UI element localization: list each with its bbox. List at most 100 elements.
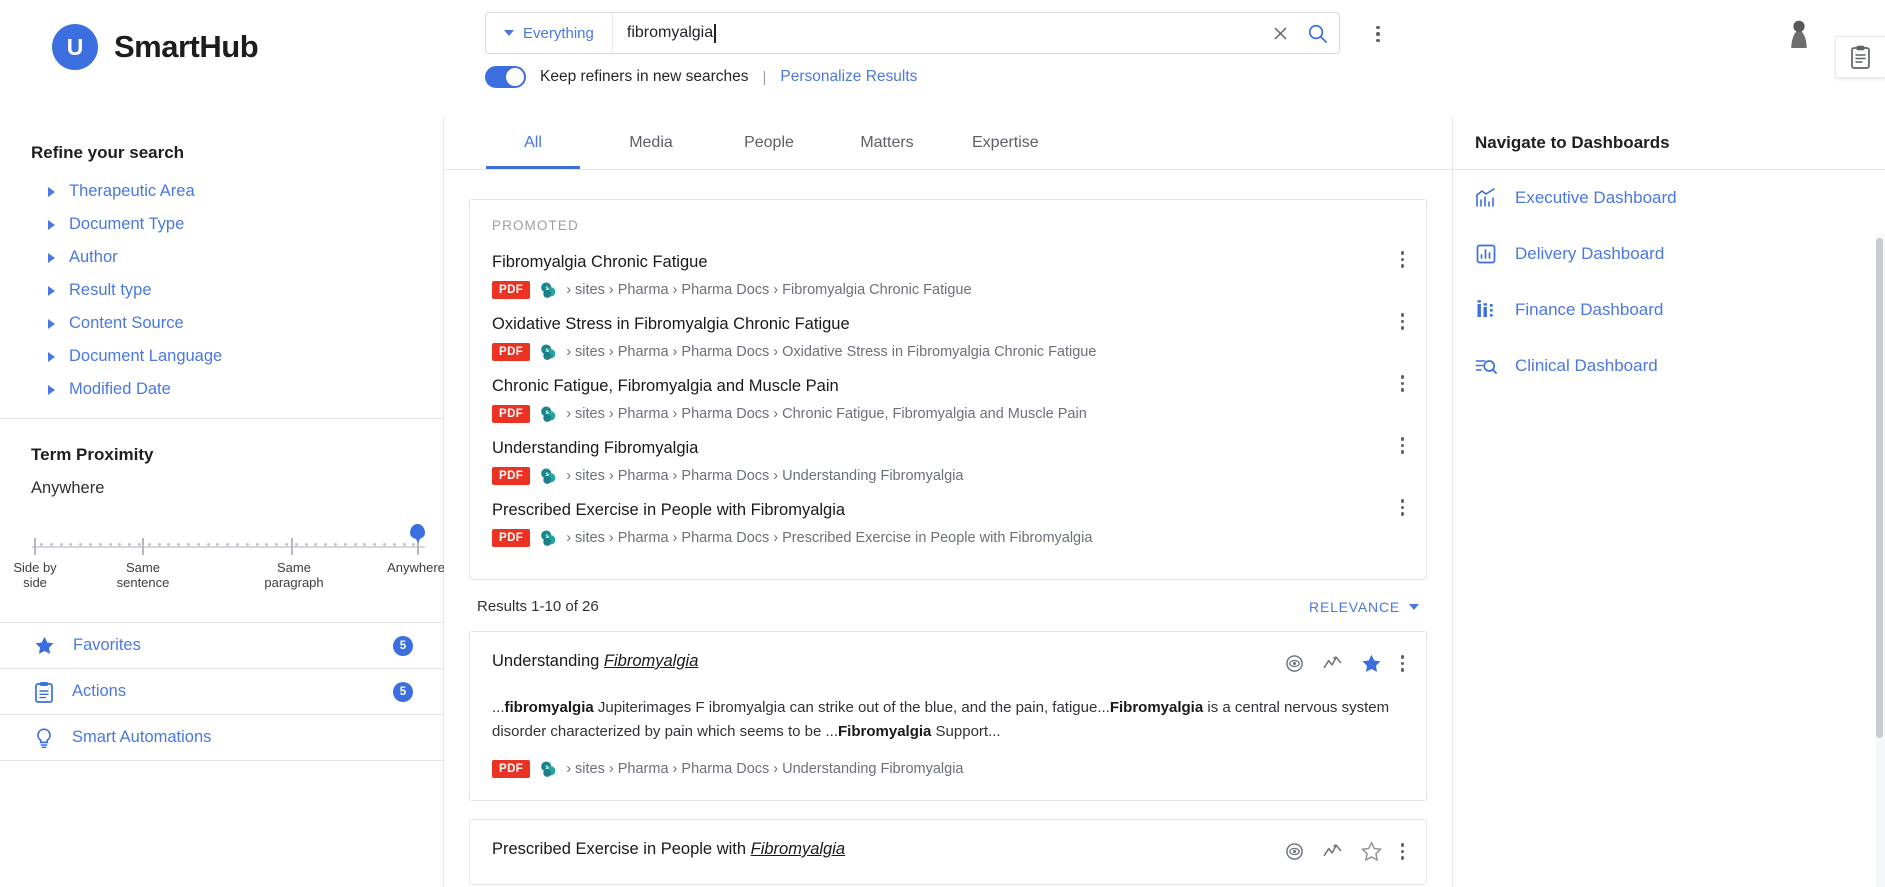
clear-search-icon[interactable] (1265, 26, 1295, 41)
brand-logo-area[interactable]: U SmartHub (52, 24, 259, 70)
more-vertical-icon (1400, 437, 1404, 454)
promoted-item[interactable]: Chronic Fatigue, Fibromyalgia and Muscle… (492, 371, 1404, 433)
promoted-path-row: PDF s › sites › Pharma › Pharma Docs › C… (492, 405, 1404, 423)
insights-icon[interactable] (1323, 654, 1342, 673)
page-scrollbar-track[interactable] (1876, 234, 1885, 887)
slider-major-tick (142, 538, 144, 555)
promoted-item-menu[interactable] (1400, 251, 1404, 268)
favorite-star-icon[interactable] (1360, 841, 1382, 862)
refiner-label: Document Type (69, 215, 185, 233)
svg-text:s: s (546, 533, 550, 540)
sidebar-item-result-type[interactable]: Result type (0, 274, 443, 307)
sidebar-item-modified-date[interactable]: Modified Date (0, 373, 443, 406)
personalize-results-link[interactable]: Personalize Results (780, 68, 917, 86)
promoted-item-menu[interactable] (1400, 375, 1404, 392)
result-path: › sites › Pharma › Pharma Docs › Underst… (566, 761, 964, 777)
favorite-star-icon[interactable] (1361, 653, 1382, 674)
promoted-path: › sites › Pharma › Pharma Docs › Underst… (566, 468, 964, 484)
page-scrollbar-thumb[interactable] (1876, 238, 1883, 738)
dashboard-link-finance[interactable]: Finance Dashboard (1453, 282, 1885, 338)
slider-label-same-paragraph: Same paragraph (264, 560, 324, 590)
slider-handle[interactable] (410, 524, 426, 540)
more-vertical-icon (1400, 313, 1404, 330)
promoted-item[interactable]: Prescribed Exercise in People with Fibro… (492, 495, 1404, 557)
result-card[interactable]: Prescribed Exercise in People with Fibro… (469, 819, 1427, 885)
slider-tick (226, 542, 230, 546)
promoted-path-row: PDF s › sites › Pharma › Pharma Docs › U… (492, 467, 1404, 485)
search-input[interactable]: fibromyalgia (613, 13, 1265, 53)
tab-people[interactable]: People (710, 117, 828, 169)
promoted-path: › sites › Pharma › Pharma Docs › Fibromy… (566, 282, 972, 298)
preview-icon[interactable] (1285, 654, 1304, 673)
dashboard-link-clinical[interactable]: Clinical Dashboard (1453, 338, 1885, 394)
dashboard-label: Finance Dashboard (1515, 300, 1664, 319)
result-tabs: All Media People Matters Expertise (444, 117, 1452, 170)
refiner-label: Document Language (69, 347, 223, 365)
sidebar-item-actions[interactable]: Actions 5 (0, 669, 443, 715)
promoted-item-menu[interactable] (1400, 499, 1404, 516)
svg-text:s: s (546, 285, 550, 292)
result-card[interactable]: Understanding Fibromyalgia ...fibromyalg… (469, 631, 1427, 801)
dashboard-link-delivery[interactable]: Delivery Dashboard (1453, 226, 1885, 282)
result-menu[interactable] (1400, 843, 1404, 860)
sidebar-item-therapeutic-area[interactable]: Therapeutic Area (0, 175, 443, 208)
search-area: Everything fibromyalgia (485, 12, 1380, 54)
sort-dropdown[interactable]: RELEVANCE (1309, 599, 1419, 615)
dashboard-label: Clinical Dashboard (1515, 356, 1658, 375)
keep-refiners-toggle[interactable] (485, 66, 526, 88)
sidebar-item-favorites[interactable]: Favorites 5 (0, 623, 443, 669)
slider-tick (392, 542, 396, 546)
chevron-right-icon (48, 285, 55, 296)
promoted-item[interactable]: Understanding Fibromyalgia PDF s › sites… (492, 433, 1404, 495)
snippet-highlight: Fibromyalgia (838, 723, 932, 740)
search-options-menu[interactable] (1364, 20, 1392, 48)
result-menu[interactable] (1400, 655, 1404, 672)
result-title[interactable]: Prescribed Exercise in People with Fibro… (492, 840, 845, 859)
more-vertical-icon (1400, 655, 1404, 672)
dashboard-link-executive[interactable]: Executive Dashboard (1453, 170, 1885, 226)
result-snippet: ...fibromyalgia Jupiterimages F ibromyal… (492, 696, 1404, 744)
result-title[interactable]: Understanding Fibromyalgia (492, 652, 698, 671)
sidebar-item-document-type[interactable]: Document Type (0, 208, 443, 241)
slider-tick (285, 542, 288, 546)
bar-chart-box-icon (1476, 244, 1496, 264)
svg-text:s: s (546, 347, 550, 354)
slider-tick (187, 542, 190, 546)
sidebar-item-author[interactable]: Author (0, 241, 443, 274)
search-icon[interactable] (1295, 23, 1339, 44)
slider-tick (138, 542, 141, 546)
promoted-title: Prescribed Exercise in People with Fibro… (492, 501, 846, 519)
sidebar-item-document-language[interactable]: Document Language (0, 340, 443, 373)
dashboards-title: Navigate to Dashboards (1475, 133, 1670, 152)
tab-expertise[interactable]: Expertise (946, 117, 1065, 169)
refiner-label: Content Source (69, 314, 184, 332)
chevron-right-icon (48, 186, 55, 197)
tab-all[interactable]: All (474, 117, 592, 169)
tab-media[interactable]: Media (592, 117, 710, 169)
tab-matters[interactable]: Matters (828, 117, 946, 169)
insights-icon[interactable] (1323, 842, 1342, 861)
term-proximity-slider[interactable]: Side by side Same sentence Same paragrap… (12, 524, 445, 610)
promoted-item-menu[interactable] (1400, 313, 1404, 330)
smarthub-logo-icon: U (52, 24, 98, 70)
chevron-right-icon (48, 384, 55, 395)
refiners-block: Refine your search Therapeutic Area Docu… (0, 117, 443, 419)
slider-tick (334, 542, 337, 546)
promoted-item-menu[interactable] (1400, 437, 1404, 454)
search-scope-selector[interactable]: Everything (486, 13, 613, 53)
clipboard-panel-button[interactable] (1835, 36, 1885, 78)
results-scroll-area[interactable]: PROMOTED Fibromyalgia Chronic Fatigue PD… (444, 170, 1452, 887)
file-type-badge: PDF (492, 760, 531, 778)
svg-text:s: s (546, 764, 550, 771)
promoted-item[interactable]: Fibromyalgia Chronic Fatigue PDF s › sit… (492, 247, 1404, 309)
preview-icon[interactable] (1285, 842, 1304, 861)
chevron-right-icon (48, 252, 55, 263)
sharepoint-icon: s (541, 530, 556, 546)
promoted-item[interactable]: Oxidative Stress in Fibromyalgia Chronic… (492, 309, 1404, 371)
slider-label-same-sentence: Same sentence (116, 560, 170, 590)
sidebar-item-content-source[interactable]: Content Source (0, 307, 443, 340)
tab-label: Media (629, 134, 673, 151)
sidebar-item-smart-automations[interactable]: Smart Automations (0, 715, 443, 761)
slider-tick (108, 542, 112, 546)
avatar[interactable] (1786, 18, 1812, 48)
